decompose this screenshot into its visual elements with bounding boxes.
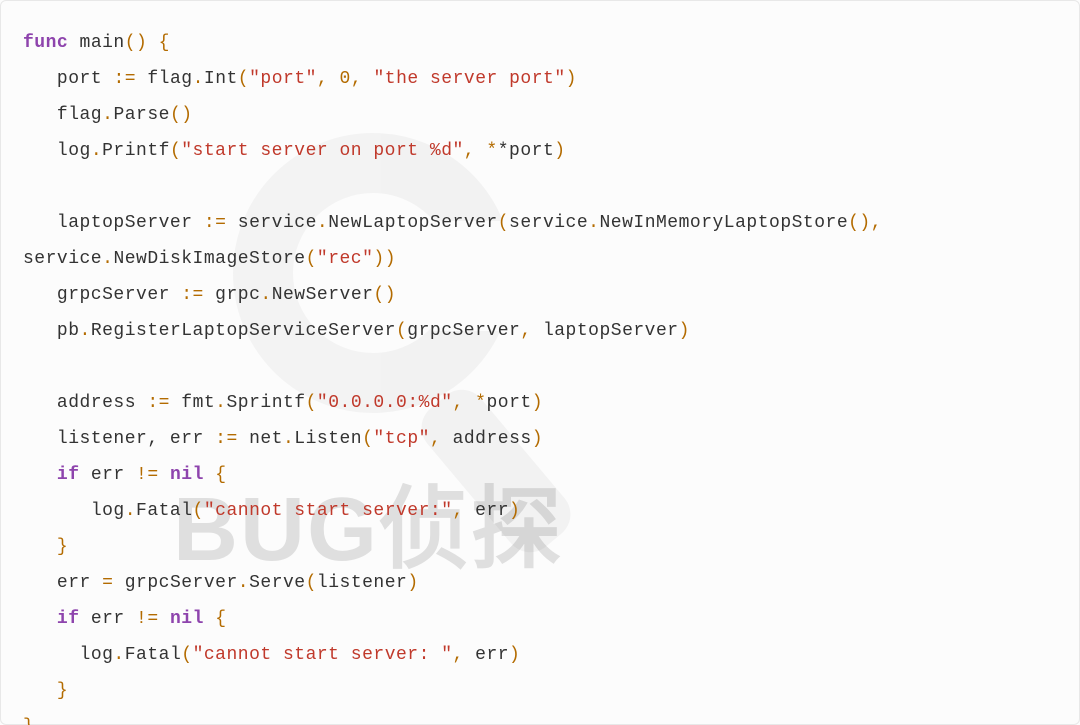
arg: *port (498, 141, 555, 161)
operator: != (136, 609, 159, 629)
string-literal: "cannot start server: " (193, 645, 453, 665)
pkg: fmt (181, 393, 215, 413)
pkg: log (57, 141, 91, 161)
ident: err (57, 573, 91, 593)
arg: err (475, 501, 509, 521)
ident: listener, err (57, 429, 204, 449)
operator: = (102, 573, 113, 593)
method: Serve (249, 573, 306, 593)
method: Parse (113, 105, 170, 125)
arg: err (475, 645, 509, 665)
pkg: service (509, 213, 588, 233)
string-literal: "tcp" (373, 429, 430, 449)
string-literal: "rec" (317, 249, 374, 269)
pkg: net (249, 429, 283, 449)
number-literal: 0 (340, 69, 351, 89)
keyword-if: if (57, 609, 80, 629)
operator: != (136, 465, 159, 485)
keyword-func: func (23, 33, 68, 53)
arg: address (453, 429, 532, 449)
arg: listener (317, 573, 407, 593)
ident: err (91, 609, 125, 629)
method: Int (204, 69, 238, 89)
string-literal: "0.0.0.0:%d" (317, 393, 453, 413)
pkg: log (80, 645, 114, 665)
method: RegisterLaptopServiceServer (91, 321, 396, 341)
ident: laptopServer (57, 213, 193, 233)
method: NewDiskImageStore (113, 249, 305, 269)
method: NewLaptopServer (328, 213, 498, 233)
string-literal: "the server port" (373, 69, 565, 89)
pkg: pb (57, 321, 80, 341)
keyword-nil: nil (170, 609, 204, 629)
keyword-nil: nil (170, 465, 204, 485)
method: Printf (102, 141, 170, 161)
ident: err (91, 465, 125, 485)
pkg: flag (147, 69, 192, 89)
method: Fatal (125, 645, 182, 665)
arg: port (486, 393, 531, 413)
method: NewInMemoryLaptopStore (599, 213, 848, 233)
method: Sprintf (226, 393, 305, 413)
code-block: func main() { port := flag.Int("port", 0… (1, 1, 1079, 725)
pkg: flag (57, 105, 102, 125)
func-name: main (80, 33, 125, 53)
keyword-if: if (57, 465, 80, 485)
string-literal: "start server on port %d" (181, 141, 464, 161)
pkg: service (238, 213, 317, 233)
ident: grpcServer (125, 573, 238, 593)
pkg: service (23, 249, 102, 269)
string-literal: "port" (249, 69, 317, 89)
pkg: log (91, 501, 125, 521)
ident: port (57, 69, 102, 89)
arg: laptopServer (543, 321, 679, 341)
arg: grpcServer (407, 321, 520, 341)
string-literal: "cannot start server:" (204, 501, 453, 521)
ident: address (57, 393, 136, 413)
method: Fatal (136, 501, 193, 521)
ident: grpcServer (57, 285, 170, 305)
method: NewServer (272, 285, 374, 305)
pkg: grpc (215, 285, 260, 305)
method: Listen (294, 429, 362, 449)
